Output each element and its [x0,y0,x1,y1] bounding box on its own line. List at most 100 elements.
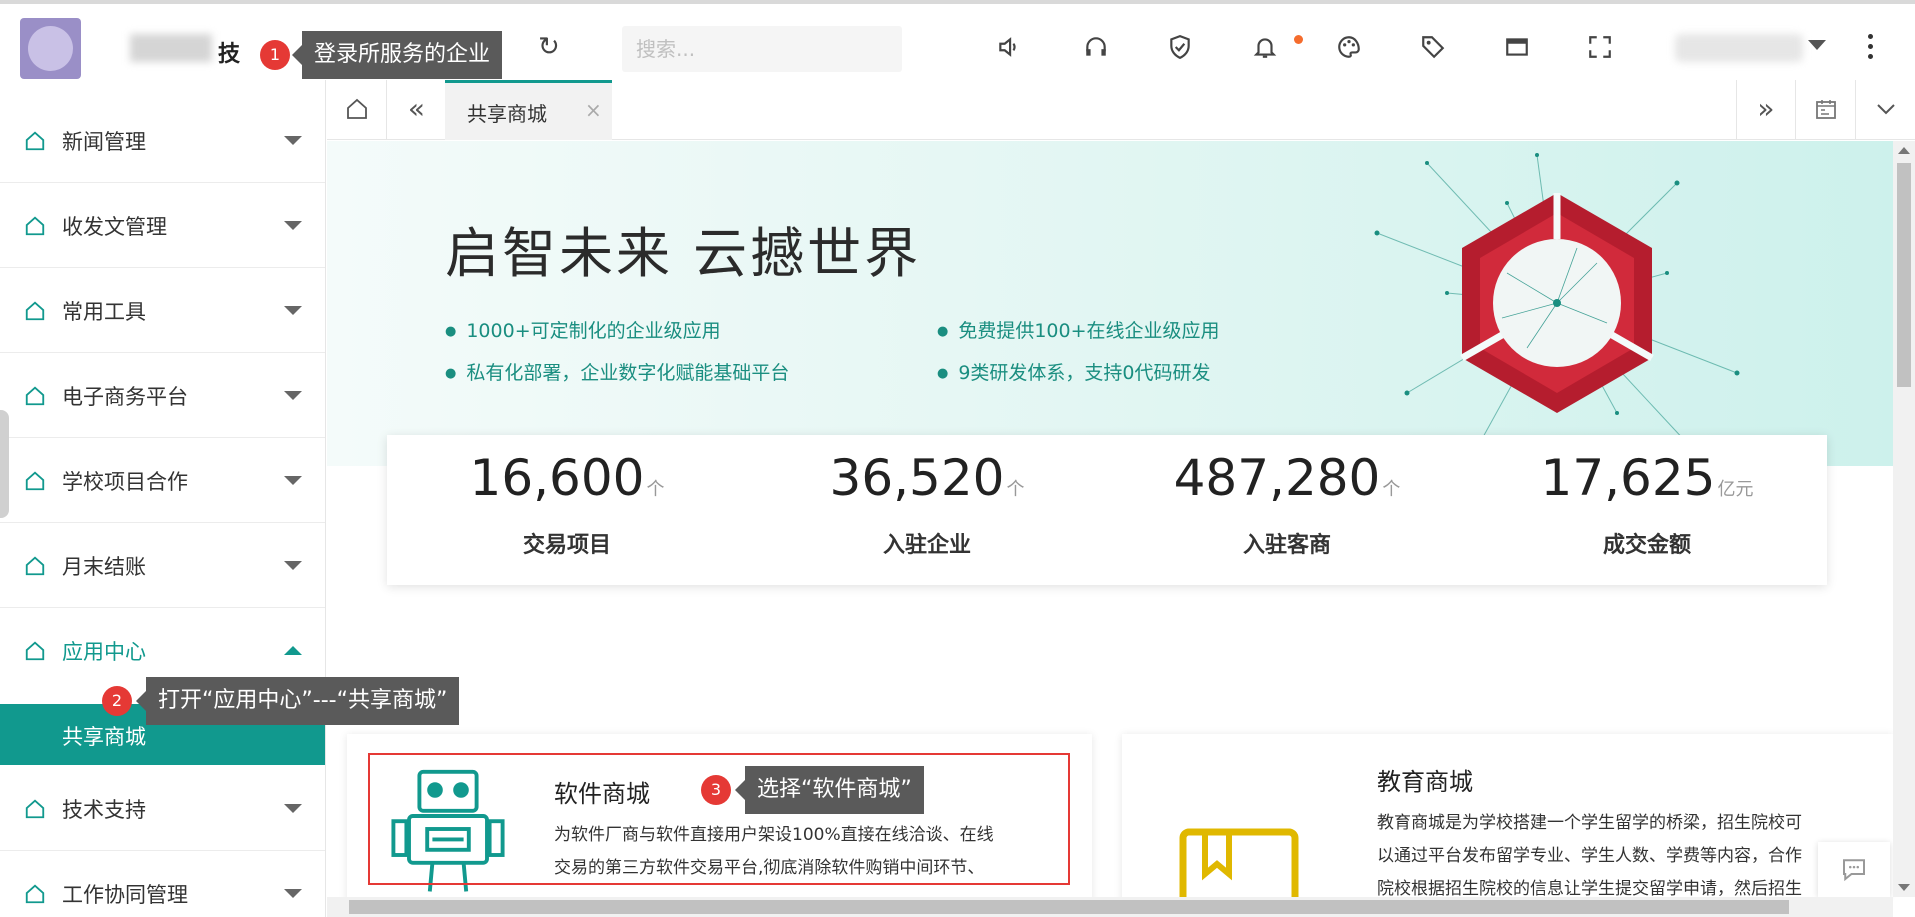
stat-value: 36,520 [829,449,1005,507]
sidebar-item-label: 月末结账 [62,555,146,579]
stat-label: 入驻企业 [882,533,971,558]
home-icon [346,98,367,119]
stats-panel: 16,600 个 交易项目 36,520 个 入驻企业 487,280 个 入驻客商 … [387,435,1827,585]
card-education-mall[interactable]: 教育商城 教育商城是为学校搭建一个学生留学的桥梁，招生院校可 以通过平台发布留学… [1122,734,1893,897]
chevron-down-icon [1877,104,1895,115]
stat-label: 成交金额 [1602,533,1691,558]
home-tab-button[interactable] [327,80,387,140]
card-desc-line: 教育商城是为学校搭建一个学生留学的桥梁，招生院校可 [1377,813,1802,833]
stat-unit: 个 [646,479,665,500]
chevron-down-icon [284,136,302,145]
home-icon [25,386,45,406]
sidebar-item-label: 技术支持 [62,798,146,822]
home-icon [25,131,45,151]
book-icon [1179,828,1299,897]
annotation-number: 3 [701,775,731,805]
shield-icon[interactable] [1167,34,1193,60]
home-icon [25,641,45,661]
refresh-icon[interactable]: ↻ [538,32,560,62]
stat-value: 487,280 [1173,449,1381,507]
speaker-icon[interactable] [996,34,1022,60]
sidebar-item-label: 工作协同管理 [62,883,188,907]
card-desc-line: 院校根据招生院校的信息让学生提交留学申请，然后招生 [1377,879,1802,897]
home-icon [25,799,45,819]
bell-icon[interactable] [1252,34,1278,60]
vertical-scrollbar[interactable] [1893,141,1915,897]
annotation-number: 2 [102,686,132,716]
card-title: 教育商城 [1377,768,1473,796]
company-logo[interactable] [20,18,81,79]
scroll-tabs-left-button[interactable]: « [387,80,447,140]
chevron-down-icon[interactable] [1808,40,1826,50]
stat-value: 16,600 [469,449,645,507]
sidebar-collapse-handle[interactable] [0,410,9,518]
banner-feature: 免费提供100+在线企业级应用 [937,316,1219,343]
tab-calendar-button[interactable] [1796,80,1856,140]
window-icon[interactable] [1504,34,1530,60]
sidebar-item-tech-support[interactable]: 技术支持 [0,766,325,851]
stat-unit: 个 [1006,479,1025,500]
scroll-tabs-right-button[interactable]: » [1736,80,1796,140]
home-icon [25,301,45,321]
annotation-tooltip: 选择“软件商城” [735,766,924,814]
scrollbar-thumb[interactable] [1897,163,1911,387]
stat-merchants: 487,280 个 入驻客商 [1107,435,1467,585]
stat-value: 17,625 [1540,449,1716,507]
software-mall-highlight [368,753,1070,885]
brand-name: 技 [218,42,241,67]
stat-enterprises: 36,520 个 入驻企业 [747,435,1107,585]
palette-icon[interactable] [1336,34,1362,60]
sidebar-subitem-label: 共享商城 [62,725,146,749]
double-chevron-left-icon: « [407,92,426,125]
user-name-redacted[interactable] [1675,34,1803,62]
banner-slogan: 启智未来 云撼世界 [445,222,922,285]
notification-dot [1294,35,1303,44]
chevron-down-icon [284,889,302,898]
chat-button[interactable] [1818,842,1890,897]
chevron-down-icon [284,221,302,230]
tab-label: 共享商城 [467,102,547,126]
home-icon [25,556,45,576]
home-icon [25,216,45,236]
top-bar: 技 ↻ [0,0,1915,80]
close-icon[interactable]: × [585,98,602,122]
fullscreen-icon[interactable] [1587,34,1613,60]
sidebar-item-month-end[interactable]: 月末结账 [0,523,325,608]
chat-icon [1843,859,1865,882]
sidebar-item-documents[interactable]: 收发文管理 [0,183,325,268]
scroll-down-icon[interactable] [1898,884,1910,891]
horizontal-scrollbar[interactable] [327,897,1893,917]
chevron-down-icon [284,804,302,813]
chevron-down-icon [284,306,302,315]
sidebar-item-school[interactable]: 学校项目合作 [0,438,325,523]
annotation-number: 1 [260,40,290,70]
stat-unit: 个 [1382,479,1401,500]
scroll-up-icon[interactable] [1898,147,1910,154]
calendar-icon [1815,100,1836,119]
stat-unit: 亿元 [1717,479,1754,500]
stat-deal-amount: 17,625 亿元 成交金额 [1467,435,1827,585]
brand-name-redacted [130,34,212,62]
more-icon[interactable] [1868,34,1874,64]
banner-feature: 私有化部署，企业数字化赋能基础平台 [445,358,789,385]
search-input[interactable] [622,26,902,72]
sidebar-item-label: 收发文管理 [62,215,167,239]
hexagon-network-graphic [1374,153,1740,450]
card-desc-line: 以通过平台发布留学专业、学生人数、学费等内容，合作 [1377,846,1802,866]
annotation-tooltip: 打开“应用中心”---“共享商城” [135,677,460,725]
chevron-down-icon [284,561,302,570]
chevron-up-icon [284,646,302,655]
sidebar-item-tools[interactable]: 常用工具 [0,268,325,353]
sidebar-item-label: 应用中心 [62,640,146,664]
tab-shared-mall[interactable]: 共享商城 × [445,80,612,140]
sidebar-item-news[interactable]: 新闻管理 [0,98,325,183]
sidebar-item-collaboration[interactable]: 工作协同管理 [0,851,325,917]
sidebar-item-label: 电子商务平台 [62,385,188,409]
tab-options-button[interactable] [1856,80,1915,140]
sidebar-item-label: 常用工具 [62,300,146,324]
sidebar-item-ecommerce[interactable]: 电子商务平台 [0,353,325,438]
stat-label: 入驻客商 [1242,533,1331,558]
scrollbar-thumb[interactable] [349,900,1789,914]
headset-icon[interactable] [1083,34,1109,60]
tag-icon[interactable] [1420,34,1446,60]
